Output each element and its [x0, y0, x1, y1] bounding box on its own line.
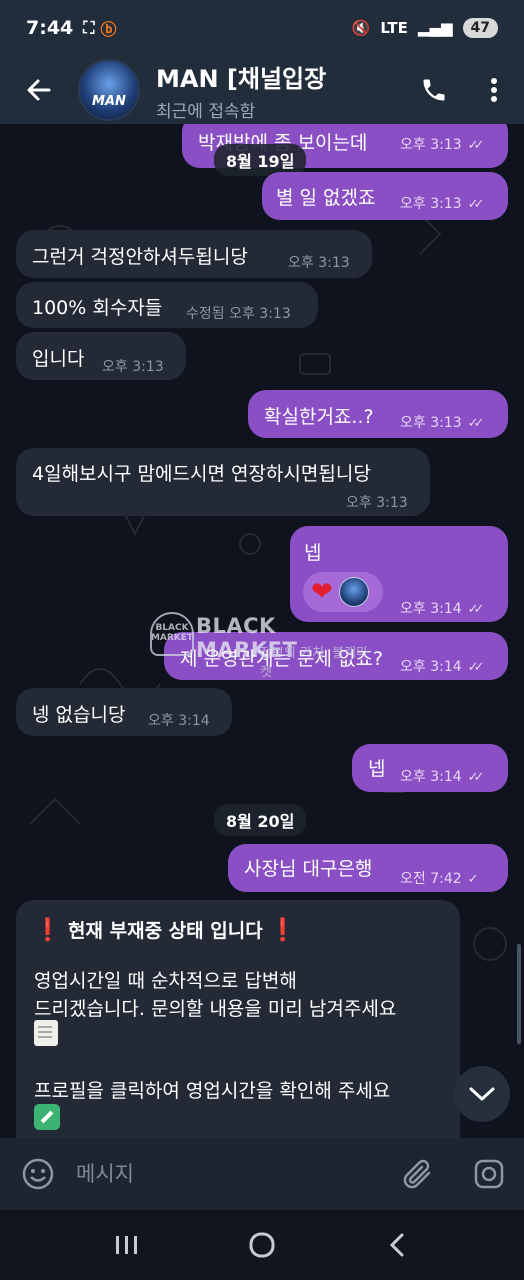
- date-separator: 8월 20일: [214, 804, 307, 836]
- message-input-bar: [0, 1138, 524, 1210]
- avatar-label: MAN: [92, 93, 126, 109]
- auto-reply-line: 영업시간일 때 순차적으로 답변해: [34, 970, 297, 992]
- message-text: 넵: [368, 758, 386, 780]
- watermark-subtitle: 정보의 가치, 블랙마켓: [260, 646, 369, 680]
- double-check-icon: ✓✓: [467, 602, 485, 617]
- message-bubble-incoming[interactable]: 넹 없습니당 오후 3:14: [16, 688, 232, 736]
- auto-reply-line: 프로필을 클릭하여 영업시간을 확인해 주세요: [34, 1080, 391, 1102]
- network-label: LTE: [380, 19, 408, 37]
- system-nav-bar: [0, 1210, 524, 1280]
- scroll-down-button[interactable]: [454, 1066, 510, 1122]
- message-bubble-outgoing[interactable]: 사장님 대구은행 오전 7:42 ✓: [228, 844, 508, 892]
- paperclip-icon: [403, 1159, 431, 1189]
- back-button[interactable]: [0, 56, 78, 124]
- message-time: 오전 7:42 ✓: [400, 871, 479, 887]
- chat-title: MAN [채널입장: [156, 64, 327, 93]
- chat-area[interactable]: 박재방에 좀 보이는데 오후 3:13 ✓✓ 8월 19일 별 일 없겠죠 오후 …: [0, 124, 524, 1138]
- attach-button[interactable]: [384, 1138, 454, 1210]
- message-text: 입니다: [32, 348, 85, 370]
- recent-apps-icon: [116, 1236, 138, 1254]
- home-button[interactable]: [222, 1215, 302, 1275]
- reaction-avatar: [338, 577, 369, 607]
- emoji-icon: [22, 1158, 54, 1190]
- chat-header: MAN MAN [채널입장 최근에 접속함: [0, 56, 524, 124]
- message-bubble-incoming[interactable]: 입니다 오후 3:13: [16, 332, 186, 380]
- message-bubble-incoming[interactable]: 4일해보시구 맘에드시면 연장하시면됩니당 오후 3:13: [16, 448, 430, 516]
- message-bubble-outgoing[interactable]: 확실한거죠..? 오후 3:13 ✓✓: [248, 390, 508, 438]
- chevron-down-icon: [469, 1087, 495, 1101]
- reaction-pill[interactable]: ❤: [303, 572, 383, 612]
- more-button[interactable]: [464, 56, 524, 124]
- emoji-button[interactable]: [0, 1138, 76, 1210]
- memo-icon: [34, 1020, 58, 1046]
- message-text: 넵: [304, 542, 322, 564]
- camera-button[interactable]: [454, 1138, 524, 1210]
- message-time: 오후 3:13: [102, 359, 164, 375]
- arrow-left-icon: [27, 79, 51, 101]
- check-icon: ✓: [467, 872, 479, 887]
- phone-icon: [423, 79, 445, 101]
- signal-icon: ▂▄▆: [417, 19, 453, 37]
- app-notification-icon: ⓑ: [100, 20, 117, 39]
- message-time: 수정됨 오후 3:13: [186, 306, 291, 322]
- home-icon: [249, 1232, 275, 1258]
- message-text: 넹 없습니당: [32, 704, 126, 726]
- message-text: 100% 회수자들: [32, 297, 163, 319]
- nav-back-button[interactable]: [357, 1215, 437, 1275]
- message-text: 그런거 걱정안하셔두됩니당: [32, 246, 248, 268]
- auto-reply-message[interactable]: ❗ 현재 부재중 상태 입니다 ❗ 영업시간일 때 순차적으로 답변해 드리겠습…: [16, 900, 460, 1138]
- pencil-icon: [34, 1104, 60, 1130]
- recent-apps-button[interactable]: [87, 1215, 167, 1275]
- message-text: 확실한거죠..?: [264, 406, 374, 428]
- camera-icon: [474, 1159, 504, 1189]
- screen-capture-icon: ⛶: [83, 18, 95, 37]
- status-bar: 7:44 ⛶ ⓑ 🔇 LTE ▂▄▆ 47: [0, 0, 524, 56]
- status-time: 7:44: [26, 17, 74, 39]
- scrollbar[interactable]: [517, 944, 521, 1044]
- message-text: 별 일 없겠죠: [276, 187, 376, 209]
- message-bubble-incoming[interactable]: 100% 회수자들 수정됨 오후 3:13: [16, 282, 318, 328]
- message-time: 오후 3:14 ✓✓: [400, 659, 485, 675]
- double-check-icon: ✓✓: [467, 770, 485, 785]
- battery-badge: 47: [462, 18, 498, 38]
- message-bubble-incoming[interactable]: 그런거 걱정안하셔두됩니당 오후 3:13: [16, 230, 372, 278]
- message-input[interactable]: [76, 1138, 384, 1210]
- message-time: 오후 3:14: [148, 713, 210, 729]
- double-check-icon: ✓✓: [467, 416, 485, 431]
- watermark-logo: BLACK MARKET: [150, 612, 194, 656]
- back-chevron-icon: [389, 1233, 404, 1257]
- message-time: 오후 3:13: [346, 495, 408, 511]
- message-time: 오후 3:14 ✓✓: [400, 769, 485, 785]
- pencil-icon-row: [34, 1104, 60, 1130]
- heart-icon: ❤: [311, 577, 333, 607]
- double-check-icon: ✓✓: [467, 197, 485, 212]
- message-time: 오후 3:13 ✓✓: [400, 137, 485, 153]
- message-time: 오후 3:13: [288, 255, 350, 271]
- mute-icon: 🔇: [351, 19, 371, 37]
- watermark: BLACK MARKET BLACK MARKET 정보의 가치, 블랙마켓: [150, 612, 380, 680]
- call-button[interactable]: [404, 56, 464, 124]
- chat-info[interactable]: MAN [채널입장 최근에 접속함: [156, 59, 404, 122]
- message-time: 오후 3:14 ✓✓: [400, 601, 485, 617]
- message-text: 4일해보시구 맘에드시면 연장하시면됩니당: [32, 463, 371, 485]
- chat-status: 최근에 접속함: [156, 101, 256, 122]
- message-bubble-outgoing[interactable]: 별 일 없겠죠 오후 3:13 ✓✓: [262, 172, 508, 220]
- exclamation-icon: ❗: [34, 918, 62, 943]
- more-vertical-icon: [491, 78, 497, 102]
- message-time: 오후 3:13 ✓✓: [400, 196, 485, 212]
- avatar[interactable]: MAN: [78, 59, 140, 121]
- memo-icon-row: [34, 1020, 58, 1046]
- message-text: 사장님 대구은행: [244, 858, 373, 880]
- double-check-icon: ✓✓: [467, 660, 485, 675]
- message-bubble-outgoing[interactable]: 넵 오후 3:14 ✓✓: [352, 744, 508, 792]
- exclamation-icon: ❗: [269, 918, 297, 943]
- auto-reply-line: 드리겠습니다. 문의할 내용을 미리 남겨주세요: [34, 998, 397, 1020]
- message-time: 오후 3:13 ✓✓: [400, 415, 485, 431]
- auto-reply-title: ❗ 현재 부재중 상태 입니다 ❗: [34, 918, 297, 943]
- double-check-icon: ✓✓: [467, 138, 485, 153]
